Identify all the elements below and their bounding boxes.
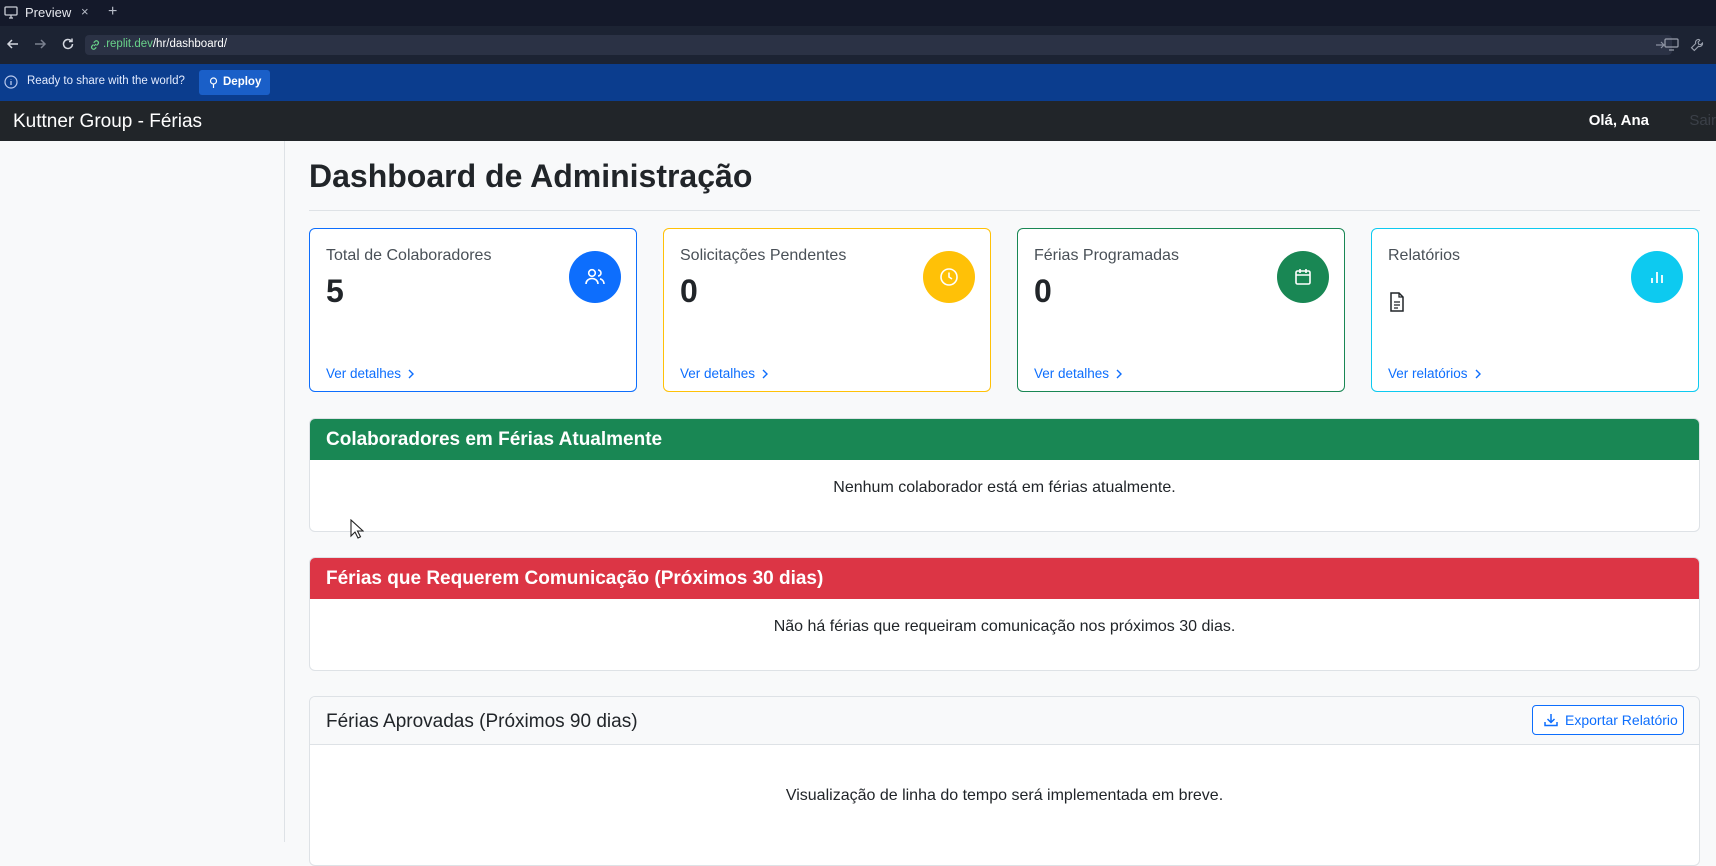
deploy-button-label: Deploy — [223, 76, 262, 88]
brand-title[interactable]: Kuttner Group - Férias — [13, 111, 202, 133]
panel-title: Colaboradores em Férias Atualmente — [326, 429, 663, 450]
back-arrow-icon[interactable] — [6, 37, 20, 51]
link-label: Ver relatórios — [1388, 366, 1468, 381]
chevron-right-icon — [1474, 369, 1482, 379]
user-greeting: Olá, Ana — [1588, 112, 1649, 129]
ver-detalhes-link[interactable]: Ver detalhes — [680, 366, 769, 381]
ver-detalhes-link[interactable]: Ver detalhes — [1034, 366, 1123, 381]
panel-header: Colaboradores em Férias Atualmente — [310, 419, 1699, 460]
timeline-placeholder: Visualização de linha do tempo será impl… — [785, 787, 1224, 804]
card-total-colaboradores: Total de Colaboradores 5 Ver detalhes — [309, 228, 637, 392]
ver-detalhes-link[interactable]: Ver detalhes — [326, 366, 415, 381]
card-title: Férias Programadas — [1034, 247, 1179, 264]
ver-relatorios-link[interactable]: Ver relatórios — [1388, 366, 1482, 381]
card-value: 5 — [326, 273, 344, 309]
panel-title: Férias que Requerem Comunicação (Próximo… — [326, 568, 824, 589]
browser-nav-row: .replit.dev/hr/dashboard/ — [0, 26, 1716, 64]
card-relatorios: Relatórios Ver relatórios — [1371, 228, 1699, 392]
forward-arrow-icon[interactable] — [33, 37, 47, 51]
card-title: Relatórios — [1388, 247, 1461, 264]
card-value: 0 — [1034, 273, 1052, 309]
monitor-icon — [4, 6, 18, 19]
info-icon — [4, 75, 18, 89]
url-bar[interactable]: .replit.dev/hr/dashboard/ — [85, 35, 1672, 55]
clock-icon — [923, 251, 975, 303]
link-label: Ver detalhes — [1034, 366, 1110, 381]
devices-icon[interactable] — [1664, 38, 1679, 51]
users-icon — [569, 251, 621, 303]
page-title: Dashboard de Administração — [309, 158, 753, 194]
panel-ferias-comunicacao: Férias que Requerem Comunicação (Próximo… — [309, 557, 1700, 671]
chevron-right-icon — [407, 369, 415, 379]
card-title: Solicitações Pendentes — [680, 247, 847, 264]
deploy-button[interactable]: Deploy — [199, 70, 270, 95]
browser-tab-strip: Preview × + — [0, 0, 1716, 26]
link-label: Ver detalhes — [680, 366, 756, 381]
card-value: 0 — [680, 273, 698, 309]
browser-tab-preview[interactable]: Preview × — [0, 0, 96, 26]
url-text: .replit.dev/hr/dashboard/ — [103, 38, 228, 50]
sidebar — [0, 141, 285, 842]
download-icon — [1543, 712, 1559, 728]
panel-colaboradores-em-ferias: Colaboradores em Férias Atualmente Nenhu… — [309, 418, 1700, 532]
panel-header: Férias que Requerem Comunicação (Próximo… — [310, 558, 1699, 599]
deploy-icon — [208, 77, 219, 88]
new-tab-button[interactable]: + — [108, 3, 117, 21]
calendar-icon — [1277, 251, 1329, 303]
wrench-icon[interactable] — [1690, 38, 1704, 52]
browser-tab-title: Preview — [25, 5, 72, 20]
panel-empty-message: Não há férias que requeiram comunicação … — [773, 618, 1236, 635]
app-navbar: Kuttner Group - Férias Olá, Ana Sair — [0, 101, 1716, 141]
panel-title: Férias Aprovadas (Próximos 90 dias) — [326, 711, 638, 732]
link-icon — [89, 39, 101, 51]
divider — [309, 210, 1700, 211]
deploy-banner: Ready to share with the world? Deploy — [0, 64, 1716, 101]
reload-icon[interactable] — [61, 37, 75, 51]
export-button-label: Exportar Relatório — [1565, 712, 1678, 728]
chevron-right-icon — [761, 369, 769, 379]
tab-close-icon[interactable]: × — [81, 4, 89, 19]
bar-chart-icon — [1631, 251, 1683, 303]
deploy-message: Ready to share with the world? — [27, 75, 185, 87]
panel-header: Férias Aprovadas (Próximos 90 dias) Expo… — [310, 697, 1699, 745]
card-title: Total de Colaboradores — [326, 247, 492, 264]
mouse-cursor-icon — [350, 519, 364, 539]
chevron-right-icon — [1115, 369, 1123, 379]
link-label: Ver detalhes — [326, 366, 402, 381]
document-icon — [1389, 292, 1405, 312]
card-solicitacoes-pendentes: Solicitações Pendentes 0 Ver detalhes — [663, 228, 991, 392]
panel-ferias-aprovadas: Férias Aprovadas (Próximos 90 dias) Expo… — [309, 696, 1700, 866]
export-report-button[interactable]: Exportar Relatório — [1532, 705, 1684, 735]
panel-empty-message: Nenhum colaborador está em férias atualm… — [833, 479, 1176, 496]
logout-link[interactable]: Sair — [1689, 112, 1716, 129]
card-ferias-programadas: Férias Programadas 0 Ver detalhes — [1017, 228, 1345, 392]
